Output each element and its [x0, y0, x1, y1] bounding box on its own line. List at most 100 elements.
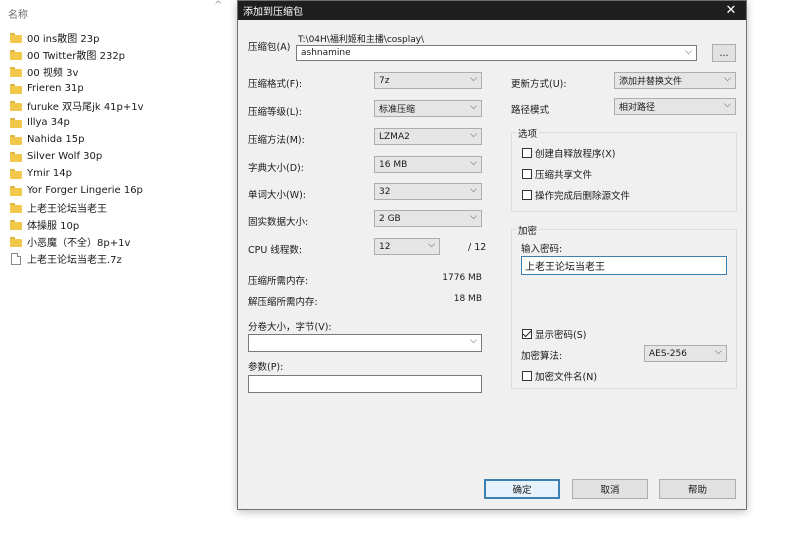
list-item-label: 小恶魔（不全）8p+1v	[27, 238, 131, 249]
name-column-header[interactable]: 名称	[8, 6, 28, 21]
folder-icon	[10, 117, 22, 128]
level-label: 压缩等级(L):	[248, 107, 302, 118]
volume-label: 分卷大小，字节(V):	[248, 322, 332, 333]
sfx-checkbox-row[interactable]: 创建自释放程序(X)	[522, 146, 615, 160]
chevron-down-icon: ⌵	[470, 158, 477, 168]
folder-icon	[10, 151, 22, 162]
dict-value: 16 MB	[379, 159, 408, 170]
mem-decompress-label: 解压缩所需内存:	[248, 297, 318, 308]
ok-button[interactable]: 确定	[484, 479, 560, 499]
list-item-label: 上老王论坛当老王.7z	[27, 255, 122, 266]
level-select[interactable]: 标准压缩 ⌵	[374, 100, 482, 117]
cancel-button[interactable]: 取消	[572, 479, 648, 499]
show-password-row[interactable]: 显示密码(S)	[522, 327, 586, 341]
solid-label: 固实数据大小:	[248, 217, 309, 228]
encrypt-names-row[interactable]: 加密文件名(N)	[522, 369, 597, 383]
list-item[interactable]: 00 视频 3v	[10, 63, 144, 80]
show-password-checkbox[interactable]	[522, 329, 532, 339]
chevron-down-icon: ⌵	[724, 74, 731, 84]
encrypt-names-checkbox[interactable]	[522, 371, 532, 381]
method-label: 压缩方法(M):	[248, 135, 305, 146]
list-item[interactable]: 小恶魔（不全）8p+1v	[10, 233, 144, 250]
archive-name-combo[interactable]: ashnamine ⌵	[296, 45, 697, 61]
list-item-label: Ymir 14p	[27, 168, 72, 179]
update-select[interactable]: 添加并替换文件 ⌵	[614, 72, 736, 89]
list-item-label: 00 ins散图 23p	[27, 34, 100, 45]
list-item-label: 上老王论坛当老王	[27, 204, 107, 215]
list-item[interactable]: Yor Forger Lingerie 16p	[10, 182, 144, 199]
dict-select[interactable]: 16 MB ⌵	[374, 156, 482, 173]
file-explorer: 名称 ^ 00 ins散图 23p 00 Twitter散图 232p 00 视频 …	[0, 0, 236, 548]
show-password-label: 显示密码(S)	[535, 330, 587, 341]
password-label: 输入密码:	[521, 244, 563, 255]
folder-icon	[10, 100, 22, 111]
format-select[interactable]: 7z ⌵	[374, 72, 482, 89]
mem-compress-value: 1776 MB	[442, 273, 482, 283]
word-value: 32	[379, 186, 391, 197]
sfx-checkbox[interactable]	[522, 148, 532, 158]
solid-select[interactable]: 2 GB ⌵	[374, 210, 482, 227]
shared-checkbox-row[interactable]: 压缩共享文件	[522, 167, 592, 181]
cpu-label: CPU 线程数:	[248, 245, 303, 256]
list-item[interactable]: Nahida 15p	[10, 131, 144, 148]
level-value: 标准压缩	[379, 105, 416, 115]
list-item-label: 体操服 10p	[27, 221, 80, 232]
delete-checkbox-row[interactable]: 操作完成后删除源文件	[522, 188, 630, 202]
chevron-down-icon: ⌵	[470, 102, 477, 112]
folder-icon	[10, 32, 22, 43]
chevron-down-icon: ⌵	[428, 240, 435, 250]
chevron-down-icon: ⌵	[470, 130, 477, 140]
close-button[interactable]: ✕	[716, 1, 746, 20]
chevron-down-icon: ⌵	[470, 185, 477, 195]
browse-button[interactable]: ...	[712, 44, 736, 62]
word-select[interactable]: 32 ⌵	[374, 183, 482, 200]
list-item[interactable]: 00 ins散图 23p	[10, 29, 144, 46]
encryption-method-select[interactable]: AES-256 ⌵	[644, 345, 727, 362]
path-mode-select[interactable]: 相对路径 ⌵	[614, 98, 736, 115]
file-icon	[11, 252, 21, 265]
method-value: LZMA2	[379, 131, 410, 142]
update-label: 更新方式(U):	[511, 79, 567, 90]
folder-icon	[10, 219, 22, 230]
word-label: 单词大小(W):	[248, 190, 307, 201]
shared-checkbox[interactable]	[522, 169, 532, 179]
list-item-label: Frieren 31p	[27, 83, 84, 94]
dialog-title: 添加到压缩包	[243, 7, 303, 18]
folder-icon	[10, 83, 22, 94]
list-item[interactable]: 上老王论坛当老王	[10, 199, 144, 216]
list-item-label: Nahida 15p	[27, 134, 85, 145]
list-item-label: Yor Forger Lingerie 16p	[27, 185, 143, 196]
list-item[interactable]: 体操服 10p	[10, 216, 144, 233]
list-item[interactable]: Frieren 31p	[10, 80, 144, 97]
list-item[interactable]: furuke 双马尾jk 41p+1v	[10, 97, 144, 114]
list-item-label: Illya 34p	[27, 117, 70, 128]
add-to-archive-dialog: 添加到压缩包 ✕ 压缩包(A) T:\04H\福利姬和主播\cosplay\ a…	[237, 0, 747, 510]
solid-value: 2 GB	[379, 213, 401, 224]
help-button[interactable]: 帮助	[659, 479, 736, 499]
list-item[interactable]: Ymir 14p	[10, 165, 144, 182]
folder-icon	[10, 236, 22, 247]
sort-ascending-icon[interactable]: ^	[214, 0, 222, 11]
dialog-titlebar[interactable]: 添加到压缩包 ✕	[238, 1, 746, 20]
list-item[interactable]: Illya 34p	[10, 114, 144, 131]
list-item-label: 00 视频 3v	[27, 68, 79, 79]
file-list: 00 ins散图 23p 00 Twitter散图 232p 00 视频 3v Fri…	[10, 29, 144, 267]
delete-checkbox[interactable]	[522, 190, 532, 200]
encryption-method-label: 加密算法:	[521, 351, 563, 362]
update-value: 添加并替换文件	[619, 77, 683, 87]
folder-icon	[10, 185, 22, 196]
cpu-select[interactable]: 12 ⌵	[374, 238, 440, 255]
list-item[interactable]: 00 Twitter散图 232p	[10, 46, 144, 63]
cpu-value: 12	[379, 241, 391, 252]
list-item-label: furuke 双马尾jk 41p+1v	[27, 102, 144, 113]
chevron-down-icon: ⌵	[470, 336, 477, 346]
volume-combo[interactable]: ⌵	[248, 334, 482, 352]
archive-path: T:\04H\福利姬和主播\cosplay\	[298, 35, 425, 45]
method-select[interactable]: LZMA2 ⌵	[374, 128, 482, 145]
delete-label: 操作完成后删除源文件	[535, 191, 631, 202]
list-item[interactable]: Silver Wolf 30p	[10, 148, 144, 165]
folder-icon	[10, 66, 22, 77]
params-input[interactable]	[248, 375, 482, 393]
password-input[interactable]: 上老王论坛当老王	[521, 256, 727, 275]
list-item[interactable]: 上老王论坛当老王.7z	[10, 250, 144, 267]
